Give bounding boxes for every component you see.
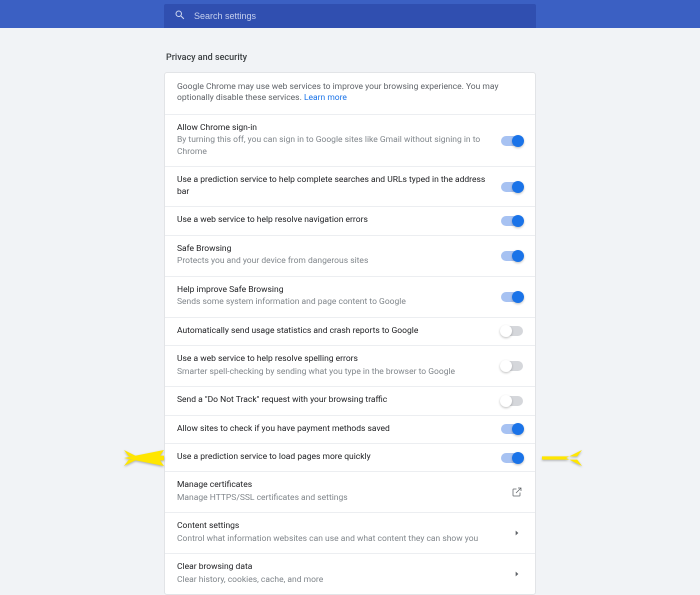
row-title: Allow Chrome sign-in	[177, 123, 491, 134]
toggle-switch[interactable]	[501, 361, 523, 371]
search-icon	[174, 9, 186, 24]
row-subtitle: Smarter spell-checking by sending what y…	[177, 367, 491, 378]
row-title: Help improve Safe Browsing	[177, 285, 491, 296]
row-title: Allow sites to check if you have payment…	[177, 424, 491, 435]
toggle-switch[interactable]	[501, 182, 523, 192]
settings-row: Use a prediction service to load pages m…	[165, 444, 535, 472]
row-text: Use a web service to help resolve naviga…	[177, 215, 501, 226]
toggle-switch[interactable]	[501, 251, 523, 261]
row-text: Safe BrowsingProtects you and your devic…	[177, 244, 501, 268]
toggle-switch[interactable]	[501, 424, 523, 434]
row-text: Automatically send usage statistics and …	[177, 326, 501, 337]
row-subtitle: By turning this off, you can sign in to …	[177, 135, 491, 158]
annotation-arrow-right	[542, 448, 582, 468]
settings-row: Use a web service to help resolve naviga…	[165, 207, 535, 235]
row-text: Manage certificates Manage HTTPS/SSL cert…	[177, 480, 511, 504]
row-subtitle: Manage HTTPS/SSL certificates and settin…	[177, 493, 501, 504]
toggle-switch[interactable]	[501, 396, 523, 406]
row-title: Content settings	[177, 521, 501, 532]
toggle-switch[interactable]	[501, 292, 523, 302]
row-text: Send a "Do Not Track" request with your …	[177, 395, 501, 406]
row-subtitle: Sends some system information and page c…	[177, 297, 491, 308]
search-input-wrap[interactable]	[164, 4, 536, 28]
row-title: Send a "Do Not Track" request with your …	[177, 395, 491, 406]
row-title: Use a web service to help resolve spelli…	[177, 354, 491, 365]
settings-row: Send a "Do Not Track" request with your …	[165, 387, 535, 415]
open-external-icon[interactable]	[511, 486, 523, 498]
row-text: Clear browsing data Clear history, cookie…	[177, 562, 511, 586]
header-bar	[0, 0, 700, 28]
intro-text: Google Chrome may use web services to im…	[165, 73, 535, 115]
row-title: Safe Browsing	[177, 244, 491, 255]
toggle-switch[interactable]	[501, 453, 523, 463]
toggle-switch[interactable]	[501, 326, 523, 336]
row-subtitle: Control what information websites can us…	[177, 534, 501, 545]
chevron-right-icon	[511, 527, 523, 539]
toggle-switch[interactable]	[501, 136, 523, 146]
settings-row: Allow sites to check if you have payment…	[165, 416, 535, 444]
row-title: Use a web service to help resolve naviga…	[177, 215, 491, 226]
settings-row: Use a prediction service to help complet…	[165, 167, 535, 207]
privacy-card: Google Chrome may use web services to im…	[164, 72, 536, 595]
row-title: Manage certificates	[177, 480, 501, 491]
learn-more-link[interactable]: Learn more	[304, 93, 347, 103]
settings-row: Safe BrowsingProtects you and your devic…	[165, 236, 535, 277]
toggle-switch[interactable]	[501, 216, 523, 226]
row-text: Allow Chrome sign-inBy turning this off,…	[177, 123, 501, 158]
row-text: Allow sites to check if you have payment…	[177, 424, 501, 435]
row-text: Help improve Safe BrowsingSends some sys…	[177, 285, 501, 309]
chevron-right-icon	[511, 568, 523, 580]
row-text: Use a web service to help resolve spelli…	[177, 354, 501, 378]
content-area: Privacy and security Google Chrome may u…	[164, 28, 536, 595]
row-text: Use a prediction service to help complet…	[177, 175, 501, 198]
settings-row: Automatically send usage statistics and …	[165, 318, 535, 346]
settings-row[interactable]: Content settings Control what information…	[165, 513, 535, 554]
row-subtitle: Protects you and your device from danger…	[177, 256, 491, 267]
row-subtitle: Clear history, cookies, cache, and more	[177, 575, 501, 586]
settings-row[interactable]: Clear browsing data Clear history, cookie…	[165, 554, 535, 594]
search-input[interactable]	[194, 11, 526, 21]
annotation-arrow-left	[124, 448, 164, 468]
settings-row: Use a web service to help resolve spelli…	[165, 346, 535, 387]
row-title: Use a prediction service to help complet…	[177, 175, 491, 198]
row-text: Use a prediction service to load pages m…	[177, 452, 501, 463]
section-title: Privacy and security	[166, 53, 536, 63]
row-title: Use a prediction service to load pages m…	[177, 452, 491, 463]
row-title: Clear browsing data	[177, 562, 501, 573]
settings-row: Allow Chrome sign-inBy turning this off,…	[165, 115, 535, 167]
settings-row: Help improve Safe BrowsingSends some sys…	[165, 277, 535, 318]
row-title: Automatically send usage statistics and …	[177, 326, 491, 337]
settings-row[interactable]: Manage certificates Manage HTTPS/SSL cert…	[165, 472, 535, 513]
